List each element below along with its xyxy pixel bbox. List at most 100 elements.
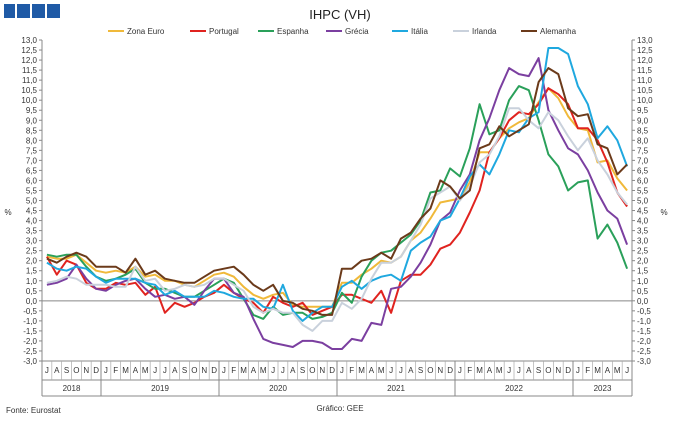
month-tick-label: A bbox=[172, 366, 178, 375]
y-tick-label-right: -0,5 bbox=[637, 307, 651, 316]
month-tick-label: J bbox=[625, 366, 629, 375]
logo-block-1 bbox=[4, 4, 15, 18]
month-tick-label: A bbox=[526, 366, 532, 375]
month-tick-label: M bbox=[240, 366, 247, 375]
logo-block-4 bbox=[47, 4, 60, 18]
month-tick-label: N bbox=[83, 366, 89, 375]
y-tick-label-right: 6,5 bbox=[637, 166, 649, 175]
legend-entry: Portugal bbox=[209, 27, 239, 36]
month-tick-label: D bbox=[211, 366, 217, 375]
month-tick-label: M bbox=[614, 366, 621, 375]
month-tick-label: M bbox=[496, 366, 503, 375]
month-tick-label: A bbox=[290, 366, 296, 375]
month-tick-label: D bbox=[93, 366, 99, 375]
month-tick-label: N bbox=[201, 366, 207, 375]
chart-credit: Gráfico: GEE bbox=[316, 404, 363, 413]
y-tick-label-left: 1,5 bbox=[26, 267, 38, 276]
month-tick-label: J bbox=[340, 366, 344, 375]
month-tick-label: D bbox=[565, 366, 571, 375]
y-tick-label-left: 2,0 bbox=[26, 257, 38, 266]
month-tick-label: A bbox=[133, 366, 139, 375]
series-lines bbox=[46, 47, 629, 350]
y-axis-label-right: % bbox=[660, 208, 667, 217]
ihpc-chart: IHPC (VH) Zona Euro Portugal Espanha Grécia… bbox=[4, 4, 668, 415]
y-tick-label-right: 2,0 bbox=[637, 257, 649, 266]
month-tick-label: N bbox=[555, 366, 561, 375]
y-tick-label-right: 5,5 bbox=[637, 186, 649, 195]
month-tick-label: O bbox=[73, 366, 79, 375]
month-tick-label: F bbox=[585, 366, 590, 375]
legend-entry: Zona Euro bbox=[127, 27, 165, 36]
y-tick-label-right: 6,0 bbox=[637, 176, 649, 185]
y-tick-label-right: 12,0 bbox=[637, 56, 653, 65]
y-tick-label-right: 4,5 bbox=[637, 207, 649, 216]
y-tick-label-left: 0,0 bbox=[26, 297, 38, 306]
y-tick-label-right: 1,5 bbox=[637, 267, 649, 276]
y-tick-label-right: -2,0 bbox=[637, 337, 651, 346]
month-tick-label: M bbox=[476, 366, 483, 375]
month-tick-label: S bbox=[300, 366, 305, 375]
month-tick-label: M bbox=[142, 366, 149, 375]
month-tick-label: M bbox=[260, 366, 267, 375]
month-tick-label: N bbox=[437, 366, 443, 375]
legend: Zona Euro Portugal Espanha Grécia Itália Irla… bbox=[108, 27, 577, 36]
logo-block-3 bbox=[32, 4, 45, 18]
month-tick-label: F bbox=[113, 366, 118, 375]
year-label: 2021 bbox=[387, 384, 405, 393]
y-tick-label-left: 3,0 bbox=[26, 237, 38, 246]
source-note: Fonte: Eurostat bbox=[6, 406, 61, 415]
y-tick-label-right: 11,0 bbox=[637, 76, 653, 85]
month-tick-label: S bbox=[64, 366, 69, 375]
y-tick-label-right: -1,0 bbox=[637, 317, 651, 326]
month-tick-label: J bbox=[163, 366, 167, 375]
y-tick-label-left: 4,5 bbox=[26, 207, 38, 216]
y-tick-label-left: 10,5 bbox=[21, 86, 37, 95]
month-tick-label: A bbox=[408, 366, 414, 375]
y-tick-label-left: 8,5 bbox=[26, 126, 38, 135]
month-tick-label: J bbox=[222, 366, 226, 375]
y-tick-label-right: 10,5 bbox=[637, 86, 653, 95]
y-tick-label-right: 0,0 bbox=[637, 297, 649, 306]
month-tick-label: J bbox=[104, 366, 108, 375]
month-tick-label: A bbox=[487, 366, 493, 375]
y-tick-label-left: 3,5 bbox=[26, 227, 38, 236]
y-tick-label-left: 2,5 bbox=[26, 247, 38, 256]
axes: 13,0 13,012,5 12,512,0 12,011,5 11,511,0 11,0… bbox=[21, 36, 653, 397]
y-tick-label-left: 1,0 bbox=[26, 277, 38, 286]
y-tick-label-right: 0,5 bbox=[637, 287, 649, 296]
year-label: 2019 bbox=[151, 384, 169, 393]
month-tick-label: O bbox=[191, 366, 197, 375]
month-tick-label: J bbox=[45, 366, 49, 375]
month-tick-label: J bbox=[271, 366, 275, 375]
month-tick-label: J bbox=[153, 366, 157, 375]
y-tick-label-left: -1,5 bbox=[23, 327, 37, 336]
y-tick-label-left: 13,0 bbox=[21, 36, 37, 45]
month-tick-label: M bbox=[378, 366, 385, 375]
month-tick-label: J bbox=[399, 366, 403, 375]
month-tick-label: S bbox=[536, 366, 541, 375]
y-tick-label-right: 11,5 bbox=[637, 66, 653, 75]
y-tick-label-left: -2,0 bbox=[23, 337, 37, 346]
y-tick-label-right: -3,0 bbox=[637, 357, 651, 366]
y-tick-label-right: 9,0 bbox=[637, 116, 649, 125]
y-tick-label-left: -0,5 bbox=[23, 307, 37, 316]
year-label: 2018 bbox=[63, 384, 81, 393]
month-tick-label: O bbox=[309, 366, 315, 375]
y-tick-label-left: 4,0 bbox=[26, 217, 38, 226]
y-tick-label-right: 12,5 bbox=[637, 46, 653, 55]
legend-entry: Irlanda bbox=[472, 27, 497, 36]
month-tick-label: F bbox=[349, 366, 354, 375]
y-tick-label-left: 12,5 bbox=[21, 46, 37, 55]
month-tick-label: A bbox=[369, 366, 375, 375]
month-tick-label: S bbox=[182, 366, 187, 375]
logo-mark bbox=[4, 4, 60, 18]
y-tick-label-right: 7,5 bbox=[637, 146, 649, 155]
y-tick-label-left: 10,0 bbox=[21, 96, 37, 105]
month-tick-label: D bbox=[329, 366, 335, 375]
y-tick-label-left: 9,5 bbox=[26, 106, 38, 115]
legend-entry: Espanha bbox=[277, 27, 309, 36]
y-tick-label-left: 7,0 bbox=[26, 156, 38, 165]
y-tick-label-left: 8,0 bbox=[26, 136, 38, 145]
month-tick-label: F bbox=[467, 366, 472, 375]
y-tick-label-left: -2,5 bbox=[23, 347, 37, 356]
